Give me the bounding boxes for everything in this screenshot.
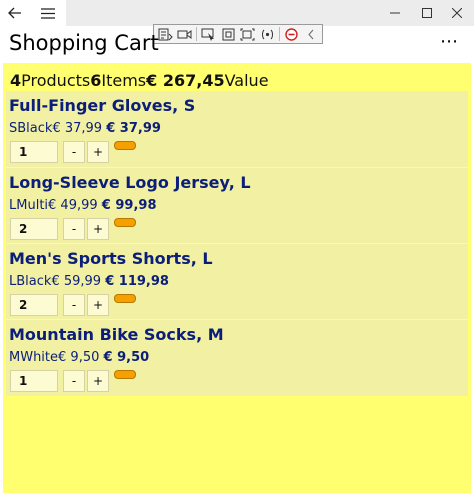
item-color: Black (17, 121, 53, 136)
item-unit-price: € 49,99 (48, 198, 98, 213)
item-price-line: MWhite€ 9,50 € 9,50 (9, 349, 149, 367)
decrease-quantity-button[interactable]: - (63, 370, 85, 392)
item-name: Full-Finger Gloves, S (9, 96, 196, 115)
collapse-icon[interactable] (302, 27, 319, 42)
item-color: Multi (16, 198, 49, 213)
status-badge (114, 370, 136, 379)
list-item: Full-Finger Gloves, S SBlack€ 37,99 € 37… (6, 91, 468, 167)
toolbar-separator (278, 27, 280, 41)
decrease-quantity-button[interactable]: - (63, 141, 85, 163)
select-element-icon[interactable] (200, 27, 217, 42)
item-line-total: € 37,99 (106, 121, 161, 136)
layout-bounds-icon[interactable] (220, 27, 237, 42)
cart-item-list: Full-Finger Gloves, S SBlack€ 37,99 € 37… (6, 91, 468, 396)
item-line-total: € 99,98 (101, 198, 157, 213)
live-tree-icon[interactable] (157, 27, 174, 42)
stop-icon[interactable] (283, 27, 300, 42)
value-amount: € 267,45 (146, 71, 225, 90)
menu-button[interactable] (30, 0, 66, 26)
value-label: Value (224, 71, 269, 90)
increase-quantity-button[interactable]: + (87, 141, 109, 163)
decrease-quantity-button[interactable]: - (63, 294, 85, 316)
debug-toolbar (153, 24, 323, 44)
minimize-icon (390, 12, 400, 14)
item-name: Men's Sports Shorts, L (9, 249, 213, 268)
decrease-quantity-button[interactable]: - (63, 218, 85, 240)
list-item: Mountain Bike Socks, M MWhite€ 9,50 € 9,… (6, 319, 468, 396)
toolbar-separator (196, 27, 198, 41)
increase-quantity-button[interactable]: + (87, 218, 109, 240)
item-name: Mountain Bike Socks, M (9, 325, 224, 344)
quantity-field[interactable]: 2 (10, 218, 58, 240)
status-badge (114, 294, 136, 303)
arrow-left-icon (8, 7, 21, 19)
item-price-line: LBlack€ 59,99 € 119,98 (9, 273, 169, 291)
status-badge (114, 218, 136, 227)
hamburger-icon (41, 7, 55, 19)
item-size: M (9, 350, 21, 365)
more-options-button[interactable]: ⋯ (440, 32, 459, 52)
item-unit-price: € 9,50 (58, 350, 100, 365)
quantity-field[interactable]: 1 (10, 141, 58, 163)
item-name: Long-Sleeve Logo Jersey, L (9, 173, 251, 192)
status-badge (114, 141, 136, 150)
list-item: Men's Sports Shorts, L LBlack€ 59,99 € 1… (6, 243, 468, 320)
track-focus-icon[interactable] (239, 27, 256, 42)
items-label: Items (101, 71, 147, 90)
item-price-line: SBlack€ 37,99 € 37,99 (9, 120, 161, 138)
maximize-icon (422, 8, 432, 18)
increase-quantity-button[interactable]: + (87, 370, 109, 392)
item-line-total: € 9,50 (103, 350, 150, 365)
window-title-bar (0, 0, 474, 26)
record-icon[interactable] (177, 27, 194, 42)
items-count: 6 (90, 71, 102, 90)
close-icon (452, 8, 462, 18)
list-item: Long-Sleeve Logo Jersey, L LMulti€ 49,99… (6, 167, 468, 244)
page-title: Shopping Cart (9, 31, 159, 55)
item-unit-price: € 37,99 (52, 121, 103, 136)
item-line-total: € 119,98 (105, 274, 169, 289)
binding-icon[interactable] (259, 27, 276, 42)
item-price-line: LMulti€ 49,99 € 99,98 (9, 197, 157, 215)
quantity-field[interactable]: 2 (10, 294, 58, 316)
cart-summary: 4Products6Items€ 267,45Value (10, 70, 269, 92)
maximize-button[interactable] (412, 0, 442, 26)
products-label: Products (21, 71, 91, 90)
item-unit-price: € 59,99 (51, 274, 102, 289)
increase-quantity-button[interactable]: + (87, 294, 109, 316)
minimize-button[interactable] (380, 0, 410, 26)
item-color: White (20, 350, 59, 365)
close-button[interactable] (442, 0, 472, 26)
products-count: 4 (10, 71, 22, 90)
quantity-field[interactable]: 1 (10, 370, 58, 392)
item-color: Black (16, 274, 52, 289)
back-button[interactable] (0, 0, 30, 26)
